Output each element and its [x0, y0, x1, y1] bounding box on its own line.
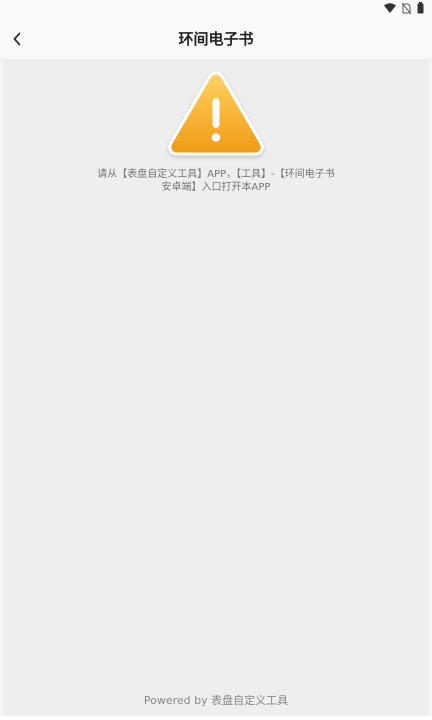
app-window: 环间电子书 请从【表盘自定义工具】APP，【工具】-【环间电子书 安卓端】入口打…	[0, 0, 432, 720]
app-bar: 环间电子书	[0, 18, 432, 60]
page-title: 环间电子书	[178, 30, 254, 48]
powered-by-footer: Powered by 表盘自定义工具	[143, 694, 289, 707]
battery-icon	[417, 2, 424, 14]
alert-message-line1: 请从【表盘自定义工具】APP，【工具】-【环间电子书	[97, 169, 335, 180]
status-icons	[384, 1, 424, 15]
wifi-icon	[384, 3, 396, 13]
bottom-edge	[0, 716, 432, 720]
alert-message: 请从【表盘自定义工具】APP，【工具】-【环间电子书 安卓端】入口打开本APP	[63, 168, 369, 194]
alert-message-line2: 安卓端】入口打开本APP	[161, 182, 271, 193]
no-sim-icon	[402, 2, 411, 14]
content-area: 请从【表盘自定义工具】APP，【工具】-【环间电子书 安卓端】入口打开本APP …	[3, 60, 429, 716]
status-bar	[0, 0, 432, 18]
warning-triangle-icon	[168, 71, 264, 156]
